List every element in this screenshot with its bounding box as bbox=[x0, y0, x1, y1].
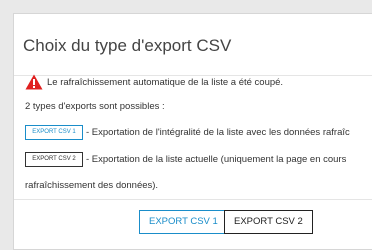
export-types-intro: 2 types d'exports sont possibles : bbox=[25, 101, 165, 112]
footer-divider bbox=[14, 199, 372, 200]
export-csv-1-button[interactable]: EXPORT CSV 1 bbox=[139, 210, 228, 234]
warning-message: Le rafraîchissement automatique de la li… bbox=[25, 74, 283, 90]
export-option-2-continued: rafraîchissement des données). bbox=[25, 180, 159, 191]
export-option-1-description: - Exportation de l'intégralité de la lis… bbox=[86, 127, 350, 138]
inline-export-csv-2-button[interactable]: EXPORT CSV 2 bbox=[25, 152, 83, 167]
warning-triangle-icon bbox=[25, 74, 43, 90]
export-option-2-description: - Exportation de la liste actuelle (uniq… bbox=[86, 154, 347, 165]
export-csv-2-button[interactable]: EXPORT CSV 2 bbox=[224, 210, 313, 234]
export-option-2: EXPORT CSV 2 - Exportation de la liste a… bbox=[25, 152, 346, 167]
modal-title: Choix du type d'export CSV bbox=[23, 36, 232, 55]
inline-export-csv-1-button[interactable]: EXPORT CSV 1 bbox=[25, 125, 83, 140]
export-csv-modal: Choix du type d'export CSV Le rafraîchis… bbox=[13, 13, 372, 250]
export-option-1: EXPORT CSV 1 - Exportation de l'intégral… bbox=[25, 125, 350, 140]
warning-text: Le rafraîchissement automatique de la li… bbox=[47, 76, 284, 88]
